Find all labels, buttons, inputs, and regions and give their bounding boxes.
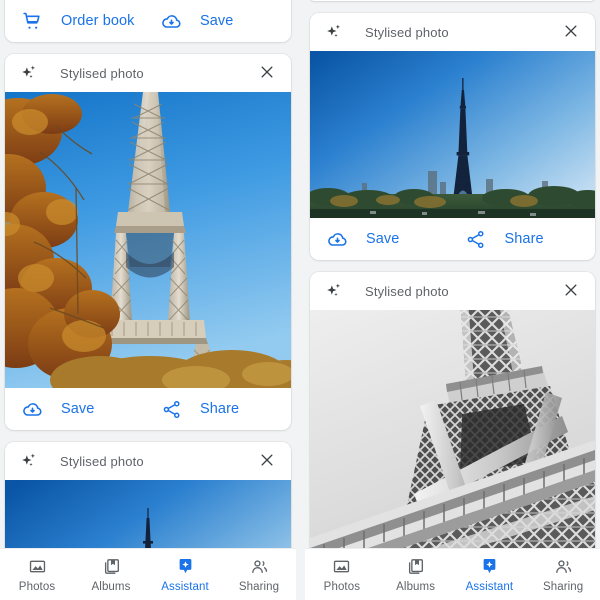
photos-icon xyxy=(27,557,47,577)
auto-awesome-sparkle-icon xyxy=(324,281,344,301)
card-action-bar: Save Share xyxy=(310,218,595,260)
cloud-download-icon xyxy=(326,228,348,250)
close-icon[interactable] xyxy=(258,63,278,83)
sharing-icon xyxy=(249,557,269,577)
card-title: Stylised photo xyxy=(365,24,449,40)
albums-icon xyxy=(406,557,426,577)
photo-eiffel-tower-autumn-foliage[interactable] xyxy=(5,92,291,388)
save-label: Save xyxy=(366,231,400,247)
card-header: Stylised photo xyxy=(310,13,595,51)
photo-eiffel-tower-skyline-panorama[interactable] xyxy=(310,51,595,218)
card-header: Stylised photo xyxy=(5,54,291,92)
share-icon xyxy=(160,398,182,420)
share-icon xyxy=(465,228,487,250)
share-label: Share xyxy=(504,231,544,247)
assistant-card-stylised-photo-1[interactable]: Stylised photo Save Share xyxy=(310,13,595,260)
cloud-download-icon xyxy=(160,10,182,32)
nav-item-assistant[interactable]: Assistant xyxy=(148,557,222,593)
nav-item-photos[interactable]: Photos xyxy=(305,557,379,593)
right-phone-panel: Stylised photo Save Share Stylised photo… xyxy=(305,0,600,600)
nav-label-assistant: Assistant xyxy=(465,580,514,593)
nav-label-assistant: Assistant xyxy=(161,580,209,593)
share-button[interactable]: Share xyxy=(453,228,592,250)
card-title: Stylised photo xyxy=(60,65,144,81)
nav-label-albums: Albums xyxy=(91,580,131,593)
nav-label-photos: Photos xyxy=(323,580,361,593)
assistant-icon xyxy=(479,557,499,577)
assistant-card-previous-sliver xyxy=(310,0,595,1)
save-label: Save xyxy=(61,401,95,417)
nav-item-albums[interactable]: Albums xyxy=(74,557,148,593)
nav-label-sharing: Sharing xyxy=(238,580,280,593)
close-icon[interactable] xyxy=(258,451,278,471)
assistant-card-actions-partial[interactable]: Order book Save xyxy=(5,0,291,42)
bottom-navigation-right[interactable]: Photos Albums Assistant Sharing xyxy=(305,548,600,600)
photos-icon xyxy=(332,557,352,577)
nav-item-sharing[interactable]: Sharing xyxy=(222,557,296,593)
assistant-feed-left[interactable]: Order book Save Stylised photo Save Shar… xyxy=(0,0,296,600)
share-button[interactable]: Share xyxy=(148,398,287,420)
auto-awesome-sparkle-icon xyxy=(19,63,39,83)
dual-panel-screenshot: Order book Save Stylised photo Save Shar… xyxy=(0,0,600,600)
save-label: Save xyxy=(200,13,234,29)
card-header: Stylised photo xyxy=(310,272,595,310)
sharing-icon xyxy=(553,557,573,577)
shopping-cart-icon xyxy=(21,10,43,32)
auto-awesome-sparkle-icon xyxy=(19,451,39,471)
save-button[interactable]: Save xyxy=(314,228,453,250)
bottom-navigation-left[interactable]: Photos Albums Assistant Sharing xyxy=(0,548,296,600)
nav-label-photos: Photos xyxy=(18,580,56,593)
close-icon[interactable] xyxy=(562,281,582,301)
nav-item-albums[interactable]: Albums xyxy=(379,557,453,593)
close-icon[interactable] xyxy=(562,22,582,42)
cloud-download-icon xyxy=(21,398,43,420)
nav-item-assistant[interactable]: Assistant xyxy=(453,557,527,593)
card-action-bar: Order book Save xyxy=(5,0,291,42)
card-header: Stylised photo xyxy=(5,442,291,480)
card-title: Stylised photo xyxy=(365,283,449,299)
share-label: Share xyxy=(200,401,240,417)
order-book-button[interactable]: Order book xyxy=(9,10,148,32)
nav-item-sharing[interactable]: Sharing xyxy=(526,557,600,593)
assistant-feed-right[interactable]: Stylised photo Save Share Stylised photo xyxy=(305,0,600,600)
nav-label-sharing: Sharing xyxy=(542,580,584,593)
order-book-label: Order book xyxy=(61,13,135,29)
nav-item-photos[interactable]: Photos xyxy=(0,557,74,593)
card-title: Stylised photo xyxy=(60,453,144,469)
save-button[interactable]: Save xyxy=(9,398,148,420)
assistant-icon xyxy=(175,557,195,577)
nav-label-albums: Albums xyxy=(396,580,436,593)
albums-icon xyxy=(101,557,121,577)
card-action-bar: Save Share xyxy=(5,388,291,430)
assistant-card-stylised-photo-1[interactable]: Stylised photo Save Share xyxy=(5,54,291,430)
assistant-card-stylised-photo-2[interactable]: Stylised photo xyxy=(310,272,595,590)
save-button[interactable]: Save xyxy=(148,10,287,32)
left-phone-panel: Order book Save Stylised photo Save Shar… xyxy=(0,0,296,600)
auto-awesome-sparkle-icon xyxy=(324,22,344,42)
